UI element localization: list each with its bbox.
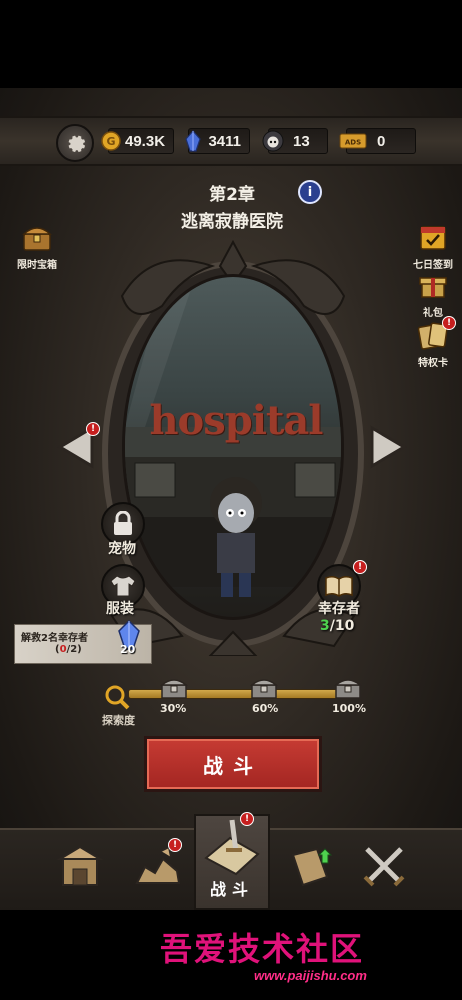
pet-label: 宠物 — [108, 541, 136, 557]
nav-equipment-tab[interactable] — [354, 838, 414, 894]
nav-shop-tab[interactable] — [50, 838, 110, 894]
exploration-label: 探索度 — [102, 714, 135, 727]
gift-pack-button[interactable]: 礼包 — [408, 268, 458, 319]
gold-counter: G 49.3K — [101, 128, 174, 154]
silver-chest-icon — [333, 679, 363, 699]
survivor-count: 3/10 — [320, 618, 354, 634]
shirt-icon — [110, 575, 136, 597]
skull-counter: 13 — [262, 128, 328, 154]
magnifier-icon — [104, 684, 130, 714]
crossed-swords-icon — [363, 847, 405, 887]
skull-value: 13 — [293, 132, 310, 150]
fight-tab-alert-badge: ! — [240, 812, 254, 826]
blue-crystal-icon — [181, 129, 204, 153]
craft-alert-badge: ! — [168, 838, 182, 852]
rescue-quest-progress: (0/2) — [55, 644, 82, 655]
survivor-label: 幸存者 — [318, 601, 360, 617]
nav-book-tab[interactable] — [282, 838, 342, 894]
survivor-alert-badge: ! — [353, 560, 367, 574]
watermark-text: 吾爱技术社区 — [160, 930, 365, 968]
rescue-reward-amount: 20 — [120, 643, 136, 656]
milestone-chest-100-button[interactable] — [333, 676, 363, 704]
gear-icon — [68, 135, 86, 153]
settings-button[interactable] — [56, 124, 94, 162]
seven-day-signin-button[interactable]: 七日签到 — [408, 220, 458, 271]
privilege-card-label: 特权卡 — [418, 358, 448, 369]
lock-icon — [114, 511, 132, 535]
open-book-icon — [325, 575, 353, 597]
sword-map-icon — [204, 819, 260, 876]
treasure-chest-icon — [20, 220, 54, 254]
silver-chest-icon — [249, 679, 279, 699]
ads-ticket-icon: ADS — [339, 129, 367, 153]
svg-text:ADS: ADS — [345, 139, 361, 147]
timed-chest-label: 限时宝箱 — [17, 260, 57, 271]
svg-text:G: G — [106, 135, 115, 148]
fight-button[interactable]: 战斗 — [144, 736, 322, 792]
chapter-title: 第2章 逃离寂静医院 — [150, 180, 314, 232]
next-chapter-button[interactable] — [364, 424, 408, 470]
hooded-skull-icon — [261, 129, 285, 153]
survivor-current: 3 — [320, 618, 330, 634]
watermark-url: www.paijishu.com — [254, 968, 367, 983]
milestone-60-label: 60% — [252, 702, 279, 715]
ticket-counter: ADS 0 — [339, 128, 416, 154]
silver-chest-icon — [159, 679, 189, 699]
gold-value: 49.3K — [125, 132, 166, 150]
prev-chapter-alert-badge: ! — [86, 422, 100, 436]
market-stall-icon — [56, 845, 104, 886]
crystal-value: 3411 — [208, 132, 241, 150]
right-arrow-icon — [370, 425, 407, 469]
ticket-value: 0 — [377, 132, 386, 150]
milestone-chest-60-button[interactable] — [249, 676, 279, 704]
info-icon: i — [307, 184, 313, 200]
nav-fight-label: 战斗 — [209, 880, 254, 899]
gift-box-icon — [416, 268, 450, 302]
milestone-chest-30-button[interactable] — [159, 676, 189, 704]
calendar-check-icon — [416, 220, 450, 254]
rescue-quest-title: 解救2名幸存者 — [21, 633, 88, 644]
timed-chest-button[interactable]: 限时宝箱 — [12, 220, 62, 271]
gold-coin-icon: G — [101, 129, 121, 153]
fight-button-label: 战斗 — [203, 753, 263, 778]
spell-book-icon — [291, 847, 333, 887]
milestone-30-label: 30% — [160, 702, 187, 715]
chapter-info-button[interactable]: i — [298, 180, 322, 204]
milestone-100-label: 100% — [332, 702, 366, 715]
nav-fight-tab[interactable]: 战斗 — [194, 814, 270, 910]
hospital-scene: hospital — [122, 274, 344, 620]
survivor-total: /10 — [329, 618, 355, 634]
clothing-label: 服装 — [106, 601, 134, 617]
mirror-scene: hospital — [122, 274, 344, 620]
privilege-card-alert-badge: ! — [442, 316, 456, 330]
chapter-name: 逃离寂静医院 — [181, 212, 283, 232]
crystal-counter: 3411 — [185, 128, 250, 154]
chapter-number: 第2章 — [209, 185, 255, 205]
hospital-sign: hospital — [149, 397, 323, 444]
